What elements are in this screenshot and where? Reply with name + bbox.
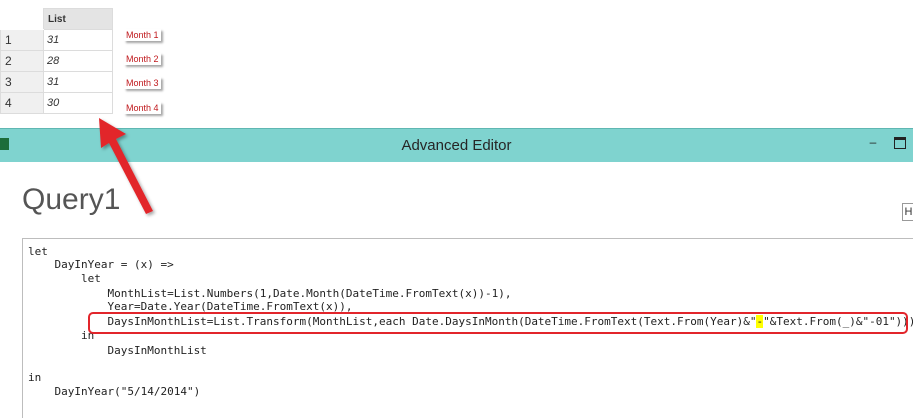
code-line: in	[28, 371, 42, 384]
code-line: in	[28, 329, 95, 342]
code-line: DayInYear("5/14/2014")	[28, 385, 201, 398]
code-line: let	[28, 272, 101, 285]
side-panel-tab[interactable]: H	[902, 203, 913, 221]
code-line: MonthList=List.Numbers(1,Date.Month(Date…	[28, 287, 512, 300]
query-name: Query1	[22, 183, 121, 216]
annotation-highlight-box	[88, 312, 908, 334]
code-line: DayInYear = (x) =>	[28, 258, 174, 271]
code-line: DaysInMonthList	[28, 344, 207, 357]
code-line: let	[28, 245, 48, 258]
